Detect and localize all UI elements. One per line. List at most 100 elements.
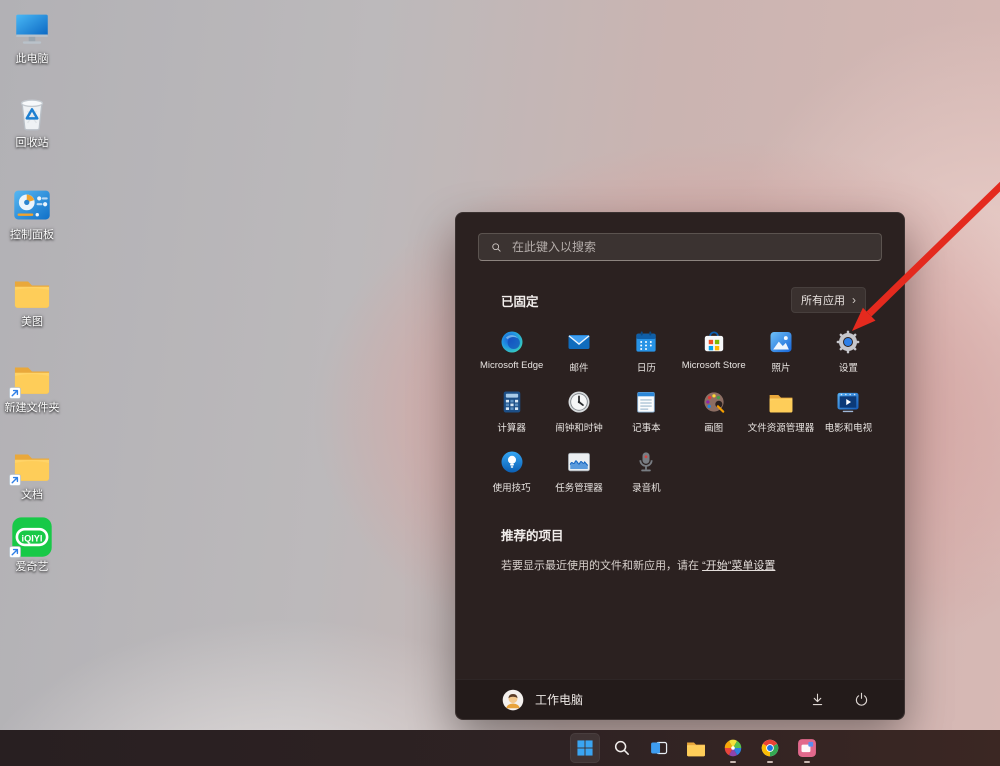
recommended-header: 推荐的项目 [501,525,859,544]
desktop-icon-folder-4[interactable]: 新建文件夹 [3,357,61,415]
power-icon [852,690,871,709]
desktop-icon-control-panel-2[interactable]: 控制面板 [3,184,61,242]
download-button[interactable] [804,687,830,713]
taskbar [0,730,1000,766]
running-indicator [730,761,736,764]
search-icon [490,241,503,254]
shortcut-arrow-icon [9,474,21,486]
pinned-app-label: 记事本 [632,420,661,434]
color-wheel-app[interactable] [718,733,748,763]
pinned-app-label: 录音机 [632,480,661,494]
recorder-icon [632,448,660,476]
calculator-icon [498,388,526,416]
download-icon [808,690,827,709]
pinned-app-recorder[interactable]: 录音机 [613,441,680,501]
pinned-app-notepad[interactable]: 记事本 [613,381,680,441]
search-icon [611,737,633,759]
shortcut-arrow-icon [9,546,21,558]
pinned-app-label: 文件资源管理器 [748,420,815,434]
pinkapp-icon [796,737,818,759]
search-box[interactable] [478,233,882,261]
pinned-app-label: 邮件 [569,360,588,374]
pinned-app-label: 使用技巧 [493,480,531,494]
pinned-app-label: 闹钟和时钟 [555,420,603,434]
folder-icon [11,271,53,313]
edge-icon [498,328,526,356]
start-menu-settings-link[interactable]: “开始”菜单设置 [702,560,775,572]
folder-icon [685,737,707,759]
pinned-app-label: 任务管理器 [555,480,603,494]
pinned-app-grid: Microsoft Edge 邮件 日历 Microsoft Store 照片 设置计算器… [456,321,904,501]
pinned-app-label: 照片 [771,360,790,374]
all-apps-label: 所有应用 [801,292,845,308]
start-button[interactable] [570,733,600,763]
desktop-icon-folder-3[interactable]: 美图 [3,271,61,329]
pinned-app-settings[interactable]: 设置 [815,321,882,381]
desktop-icon-label: 文档 [3,489,61,502]
pinned-app-label: 设置 [839,360,858,374]
notepad-icon [632,388,660,416]
desktop-icon-folder-5[interactable]: 文档 [3,444,61,502]
pinned-app-mail[interactable]: 邮件 [545,321,612,381]
taskbar-icon-group [570,730,822,766]
start-menu-footer: 工作电脑 [456,679,904,719]
recommended-text: 若要显示最近使用的文件和新应用，请在 “开始”菜单设置 [501,557,859,573]
control-panel-icon [11,184,53,226]
clock-icon [565,388,593,416]
search-input[interactable] [512,240,870,254]
settings-icon [834,328,862,356]
desktop-icon-this-pc-0[interactable]: 此电脑 [3,8,61,66]
recycle-bin-icon [11,92,53,134]
calendar-icon [632,328,660,356]
recommended-section: 推荐的项目 若要显示最近使用的文件和新应用，请在 “开始”菜单设置 [456,525,904,573]
folder-icon [11,444,53,486]
running-indicator [767,761,773,764]
user-avatar[interactable] [502,689,524,711]
file-explorer-button[interactable] [681,733,711,763]
desktop-icon-recycle-bin-1[interactable]: 回收站 [3,92,61,150]
desktop-icon-label: 美图 [3,316,61,329]
movies-icon [834,388,862,416]
this-pc-icon [11,8,53,50]
pinned-app-photos[interactable]: 照片 [747,321,814,381]
recommended-text-plain: 若要显示最近使用的文件和新应用，请在 [501,560,702,572]
pinwheel-icon [722,737,744,759]
desktop-icon-iqiyi-6[interactable]: 爱奇艺 [3,516,61,574]
pinned-app-clock[interactable]: 闹钟和时钟 [545,381,612,441]
pinned-app-tips[interactable]: 使用技巧 [478,441,545,501]
pinned-app-label: Microsoft Edge [480,360,543,371]
power-button[interactable] [848,687,874,713]
task-view-button[interactable] [644,733,674,763]
folder-icon [11,357,53,399]
store-icon [700,328,728,356]
pinned-app-calculator[interactable]: 计算器 [478,381,545,441]
desktop-icon-label: 回收站 [3,137,61,150]
taskview-icon [648,737,670,759]
all-apps-button[interactable]: 所有应用 › [791,287,866,313]
paint-icon [700,388,728,416]
pinned-app-label: 计算器 [497,420,526,434]
pinned-app-edge[interactable]: Microsoft Edge [478,321,545,381]
user-name[interactable]: 工作电脑 [535,691,583,708]
pinned-app-folder[interactable]: 文件资源管理器 [747,381,814,441]
pinned-app-store[interactable]: Microsoft Store [680,321,747,381]
photos-icon [767,328,795,356]
search-button[interactable] [607,733,637,763]
desktop-icon-label: 爱奇艺 [3,561,61,574]
pinned-header: 已固定 [501,291,539,310]
mail-icon [565,328,593,356]
shortcut-arrow-icon [9,387,21,399]
media-app[interactable] [792,733,822,763]
pinned-app-calendar[interactable]: 日历 [613,321,680,381]
chrome-icon [759,737,781,759]
pinned-app-taskmgr[interactable]: 任务管理器 [545,441,612,501]
pinned-app-label: 日历 [637,360,656,374]
tips-icon [498,448,526,476]
running-indicator [804,761,810,764]
desktop-icon-label: 新建文件夹 [3,402,61,415]
folder-icon [767,388,795,416]
pinned-app-label: 画图 [704,420,723,434]
chrome-browser[interactable] [755,733,785,763]
pinned-app-paint[interactable]: 画图 [680,381,747,441]
pinned-app-movies[interactable]: 电影和电视 [815,381,882,441]
